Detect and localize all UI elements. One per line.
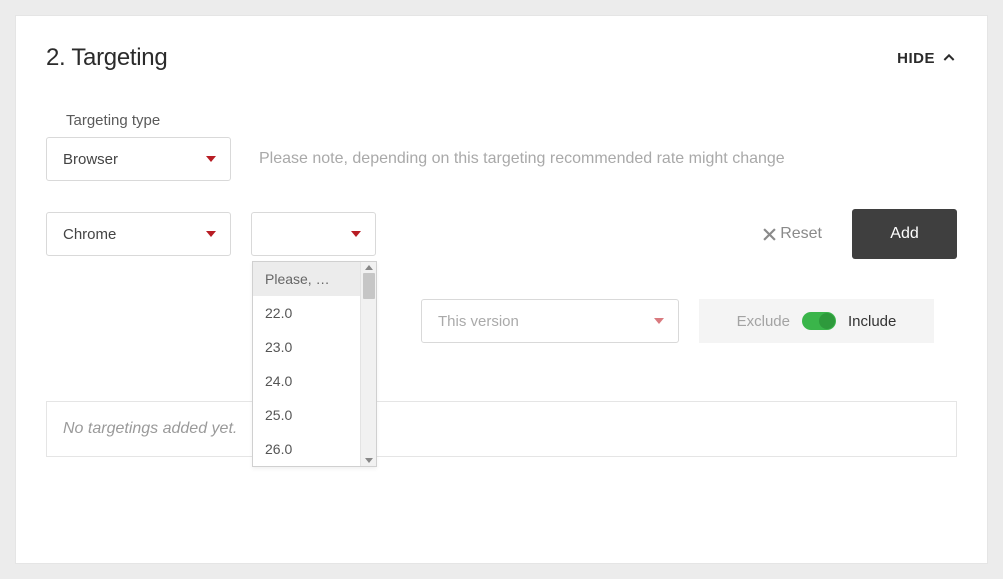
hide-label: HIDE [897,50,935,67]
section-title: 2. Targeting [46,44,167,72]
exclude-label: Exclude [737,313,790,330]
toggle-switch[interactable] [802,312,836,330]
version-option[interactable]: 26.0 [253,432,360,466]
include-exclude-toggle: Exclude Include [699,299,934,343]
scroll-track[interactable] [363,273,375,455]
section-header: 2. Targeting HIDE [46,44,957,72]
version-mode-placeholder: This version [438,313,519,330]
targeting-type-label: Targeting type [66,112,957,129]
browser-select[interactable]: Chrome [46,212,231,256]
version-select[interactable]: Please, … 22.0 23.0 24.0 25.0 26.0 [251,212,376,256]
version-option[interactable]: 24.0 [253,364,360,398]
version-option[interactable]: 25.0 [253,398,360,432]
version-mode-select[interactable]: This version [421,299,679,343]
dropdown-scrollbar[interactable] [360,262,376,466]
hide-button[interactable]: HIDE [897,50,957,67]
add-button[interactable]: Add [852,209,957,259]
version-option[interactable]: 23.0 [253,330,360,364]
type-row: Browser Please note, depending on this t… [46,137,957,181]
version-mode-row: This version Exclude Include [421,299,957,343]
scroll-down-icon[interactable] [365,458,373,463]
targeting-section: 2. Targeting HIDE Targeting type Browser… [15,15,988,564]
version-option[interactable]: Please, … [253,262,360,296]
scroll-thumb[interactable] [363,273,375,299]
targeting-type-select[interactable]: Browser [46,137,231,181]
caret-down-icon [351,231,361,237]
reset-label: Reset [780,225,822,243]
close-icon [763,228,776,241]
caret-down-icon [206,156,216,162]
browser-value: Chrome [63,226,116,243]
targeting-type-value: Browser [63,151,118,168]
include-label: Include [848,313,896,330]
rate-hint: Please note, depending on this targeting… [259,150,785,168]
browser-row: Chrome Please, … 22.0 23.0 24.0 25.0 26.… [46,209,957,259]
version-option[interactable]: 22.0 [253,296,360,330]
version-dropdown-list: Please, … 22.0 23.0 24.0 25.0 26.0 [253,262,360,466]
caret-down-icon [206,231,216,237]
version-dropdown: Please, … 22.0 23.0 24.0 25.0 26.0 [252,261,377,467]
scroll-up-icon[interactable] [365,265,373,270]
targetings-empty: No targetings added yet. [46,401,957,457]
caret-down-icon [654,318,664,324]
chevron-up-icon [941,50,957,66]
switch-knob [819,313,835,329]
reset-button[interactable]: Reset [763,225,822,243]
